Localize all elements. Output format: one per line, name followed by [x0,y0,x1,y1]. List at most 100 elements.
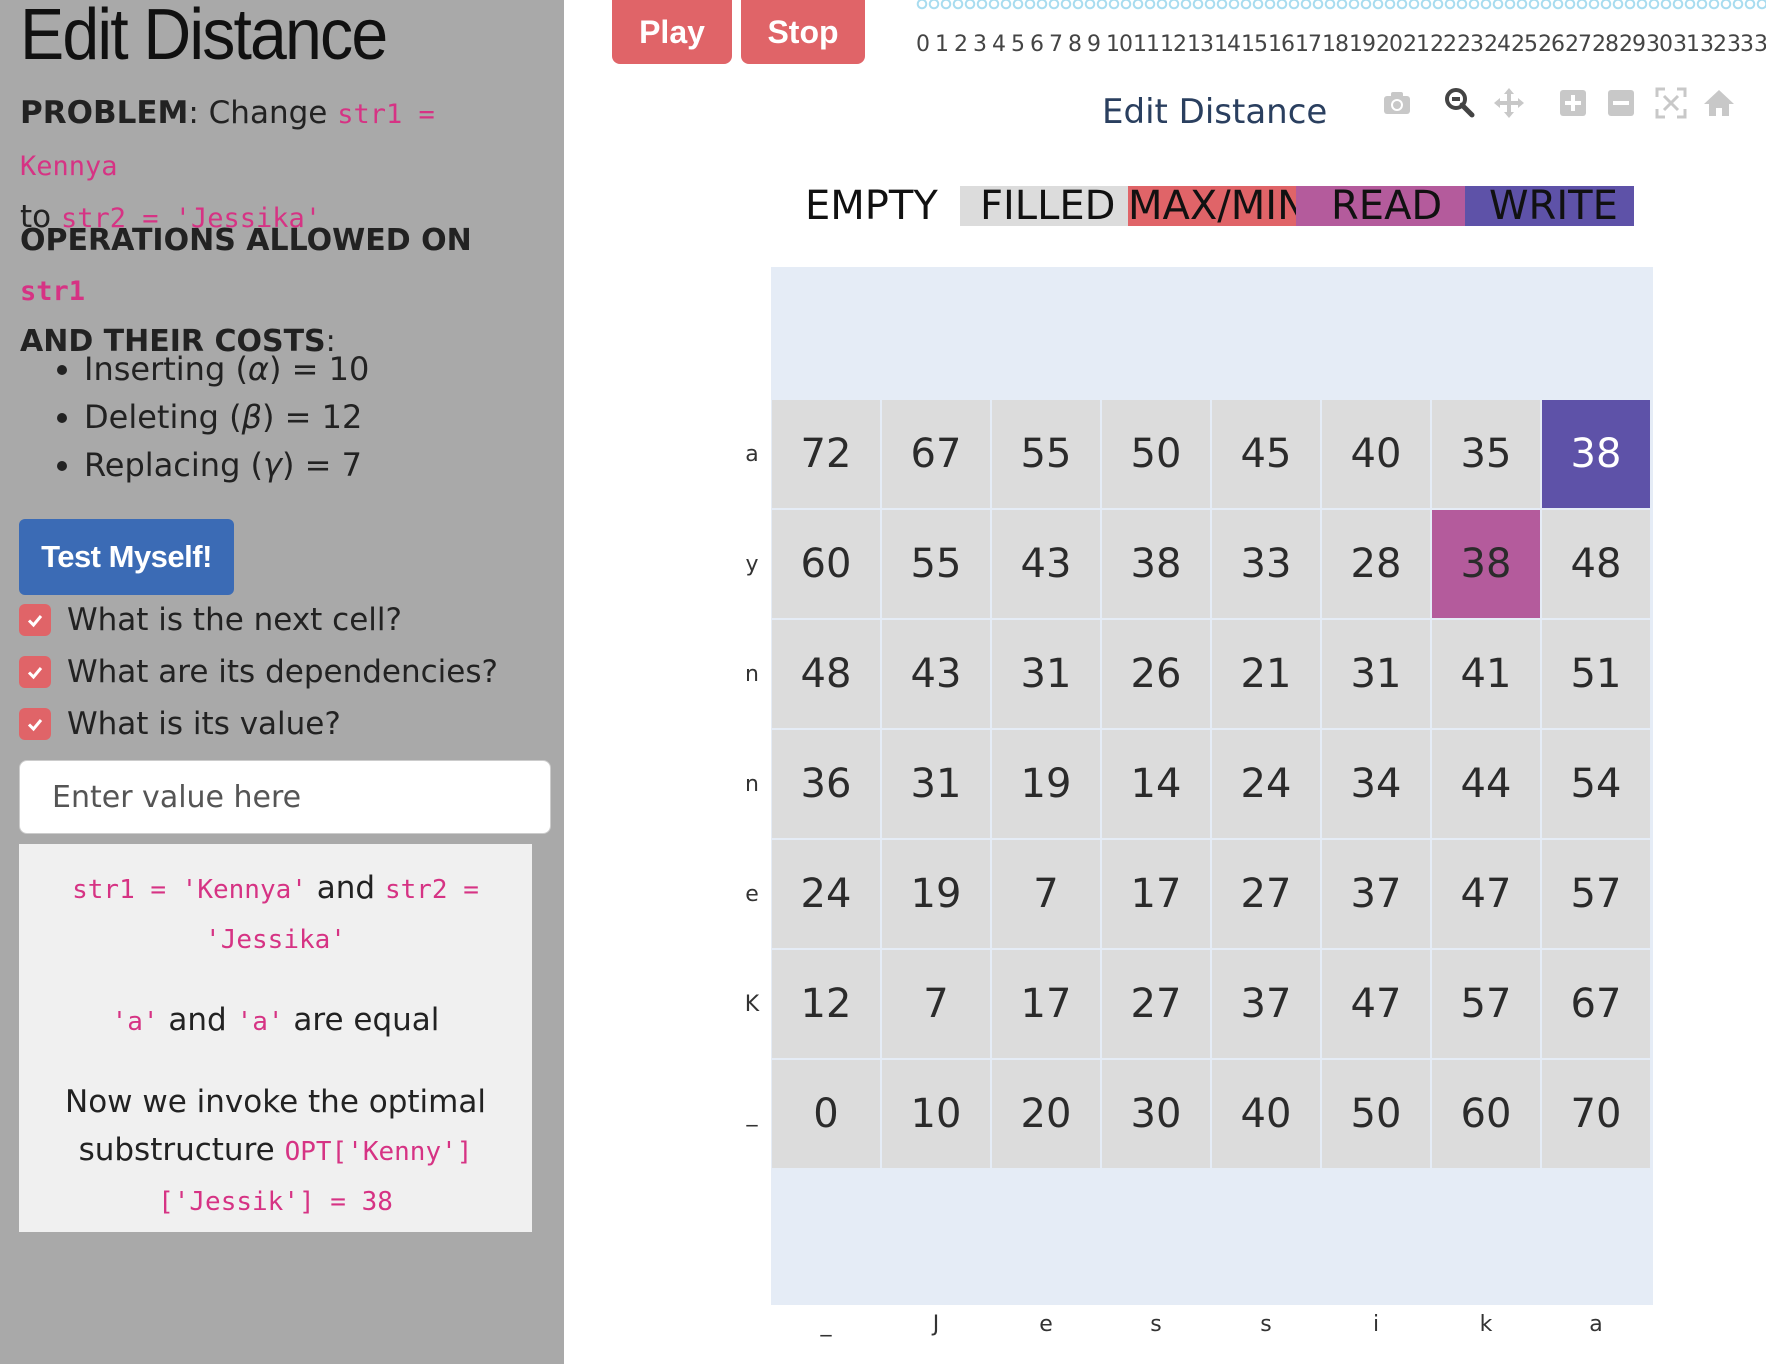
step-label[interactable]: 8 [1068,32,1082,57]
dp-cell[interactable]: 17 [992,950,1100,1058]
step-label[interactable]: 33 [1727,32,1754,57]
step-label[interactable]: 25 [1511,32,1538,57]
step-label[interactable]: 12 [1160,32,1187,57]
stop-button[interactable]: Stop [741,0,865,64]
camera-icon[interactable] [1380,86,1414,120]
dp-cell[interactable]: 55 [992,400,1100,508]
dp-cell[interactable]: 20 [992,1060,1100,1168]
dp-cell[interactable]: 24 [1212,730,1320,838]
dp-cell[interactable]: 40 [1322,400,1430,508]
dp-cell[interactable]: 40 [1212,1060,1320,1168]
checkbox-checked-icon[interactable] [19,708,51,740]
home-icon[interactable] [1702,86,1736,120]
step-label[interactable]: 21 [1403,32,1430,57]
dp-cell[interactable]: 0 [772,1060,880,1168]
dp-cell[interactable]: 55 [882,510,990,618]
dp-cell[interactable]: 48 [772,620,880,728]
step-label[interactable]: 23 [1457,32,1484,57]
step-label[interactable]: 31 [1673,32,1700,57]
step-label[interactable]: 20 [1376,32,1403,57]
dp-cell[interactable]: 60 [772,510,880,618]
dp-cell[interactable]: 31 [882,730,990,838]
step-label[interactable]: 26 [1538,32,1565,57]
step-label[interactable]: 19 [1349,32,1376,57]
dp-cell[interactable]: 31 [992,620,1100,728]
dp-cell[interactable]: 17 [1102,840,1210,948]
step-label[interactable]: 5 [1011,32,1025,57]
dp-cell[interactable]: 27 [1212,840,1320,948]
dp-cell[interactable]: 33 [1212,510,1320,618]
dp-cell[interactable]: 43 [992,510,1100,618]
step-label[interactable]: 11 [1133,32,1160,57]
zoom-in-icon[interactable] [1556,86,1590,120]
dp-cell[interactable]: 50 [1322,1060,1430,1168]
dp-cell[interactable]: 38 [1542,400,1650,508]
dp-cell[interactable]: 60 [1432,1060,1540,1168]
dp-cell[interactable]: 38 [1102,510,1210,618]
dp-cell[interactable]: 30 [1102,1060,1210,1168]
check-value[interactable]: What is its value? [19,702,341,746]
dp-cell[interactable]: 28 [1322,510,1430,618]
dp-cell[interactable]: 41 [1432,620,1540,728]
step-label[interactable]: 16 [1268,32,1295,57]
step-label[interactable]: 10 [1106,32,1133,57]
dp-cell[interactable]: 57 [1542,840,1650,948]
step-label[interactable]: 3 [973,32,987,57]
dp-cell[interactable]: 26 [1102,620,1210,728]
step-label[interactable]: 27 [1565,32,1592,57]
step-label[interactable]: 1 [935,32,949,57]
dp-cell[interactable]: 24 [772,840,880,948]
dp-cell[interactable]: 19 [882,840,990,948]
dp-cell[interactable]: 57 [1432,950,1540,1058]
step-label[interactable]: 18 [1322,32,1349,57]
autoscale-icon[interactable] [1654,86,1688,120]
dp-cell[interactable]: 47 [1432,840,1540,948]
step-label[interactable]: 30 [1646,32,1673,57]
dp-cell[interactable]: 36 [772,730,880,838]
dp-cell[interactable]: 27 [1102,950,1210,1058]
dp-cell[interactable]: 21 [1212,620,1320,728]
dp-cell[interactable]: 14 [1102,730,1210,838]
step-label[interactable]: 7 [1049,32,1063,57]
step-label[interactable]: 14 [1214,32,1241,57]
dp-cell[interactable]: 54 [1542,730,1650,838]
dp-cell[interactable]: 70 [1542,1060,1650,1168]
dp-cell[interactable]: 12 [772,950,880,1058]
dp-cell[interactable]: 34 [1322,730,1430,838]
step-label[interactable]: 32 [1700,32,1727,57]
step-label[interactable]: 4 [992,32,1006,57]
dp-cell[interactable]: 50 [1102,400,1210,508]
dp-cell[interactable]: 43 [882,620,990,728]
dp-cell[interactable]: 44 [1432,730,1540,838]
dp-cell[interactable]: 67 [882,400,990,508]
dp-cell[interactable]: 35 [1432,400,1540,508]
dp-cell[interactable]: 31 [1322,620,1430,728]
step-slider[interactable] [916,0,1766,12]
dp-cell[interactable]: 48 [1542,510,1650,618]
dp-cell[interactable]: 10 [882,1060,990,1168]
step-label[interactable]: 17 [1295,32,1322,57]
dp-cell[interactable]: 72 [772,400,880,508]
step-label[interactable]: 28 [1592,32,1619,57]
dp-cell[interactable]: 7 [882,950,990,1058]
step-label[interactable]: 6 [1030,32,1044,57]
step-label[interactable]: 9 [1087,32,1101,57]
check-next-cell[interactable]: What is the next cell? [19,598,402,642]
step-label[interactable]: 0 [916,32,930,57]
step-label[interactable]: 13 [1187,32,1214,57]
dp-cell[interactable]: 7 [992,840,1100,948]
value-input[interactable] [19,760,551,834]
dp-cell[interactable]: 67 [1542,950,1650,1058]
dp-cell[interactable]: 51 [1542,620,1650,728]
dp-cell[interactable]: 37 [1212,950,1320,1058]
test-myself-button[interactable]: Test Myself! [19,519,234,595]
pan-icon[interactable] [1492,86,1526,120]
dp-cell[interactable]: 38 [1432,510,1540,618]
step-label[interactable]: 29 [1619,32,1646,57]
step-label[interactable]: 24 [1484,32,1511,57]
checkbox-checked-icon[interactable] [19,604,51,636]
dp-cell[interactable]: 37 [1322,840,1430,948]
step-label[interactable]: 22 [1430,32,1457,57]
zoom-icon[interactable] [1442,86,1476,120]
checkbox-checked-icon[interactable] [19,656,51,688]
